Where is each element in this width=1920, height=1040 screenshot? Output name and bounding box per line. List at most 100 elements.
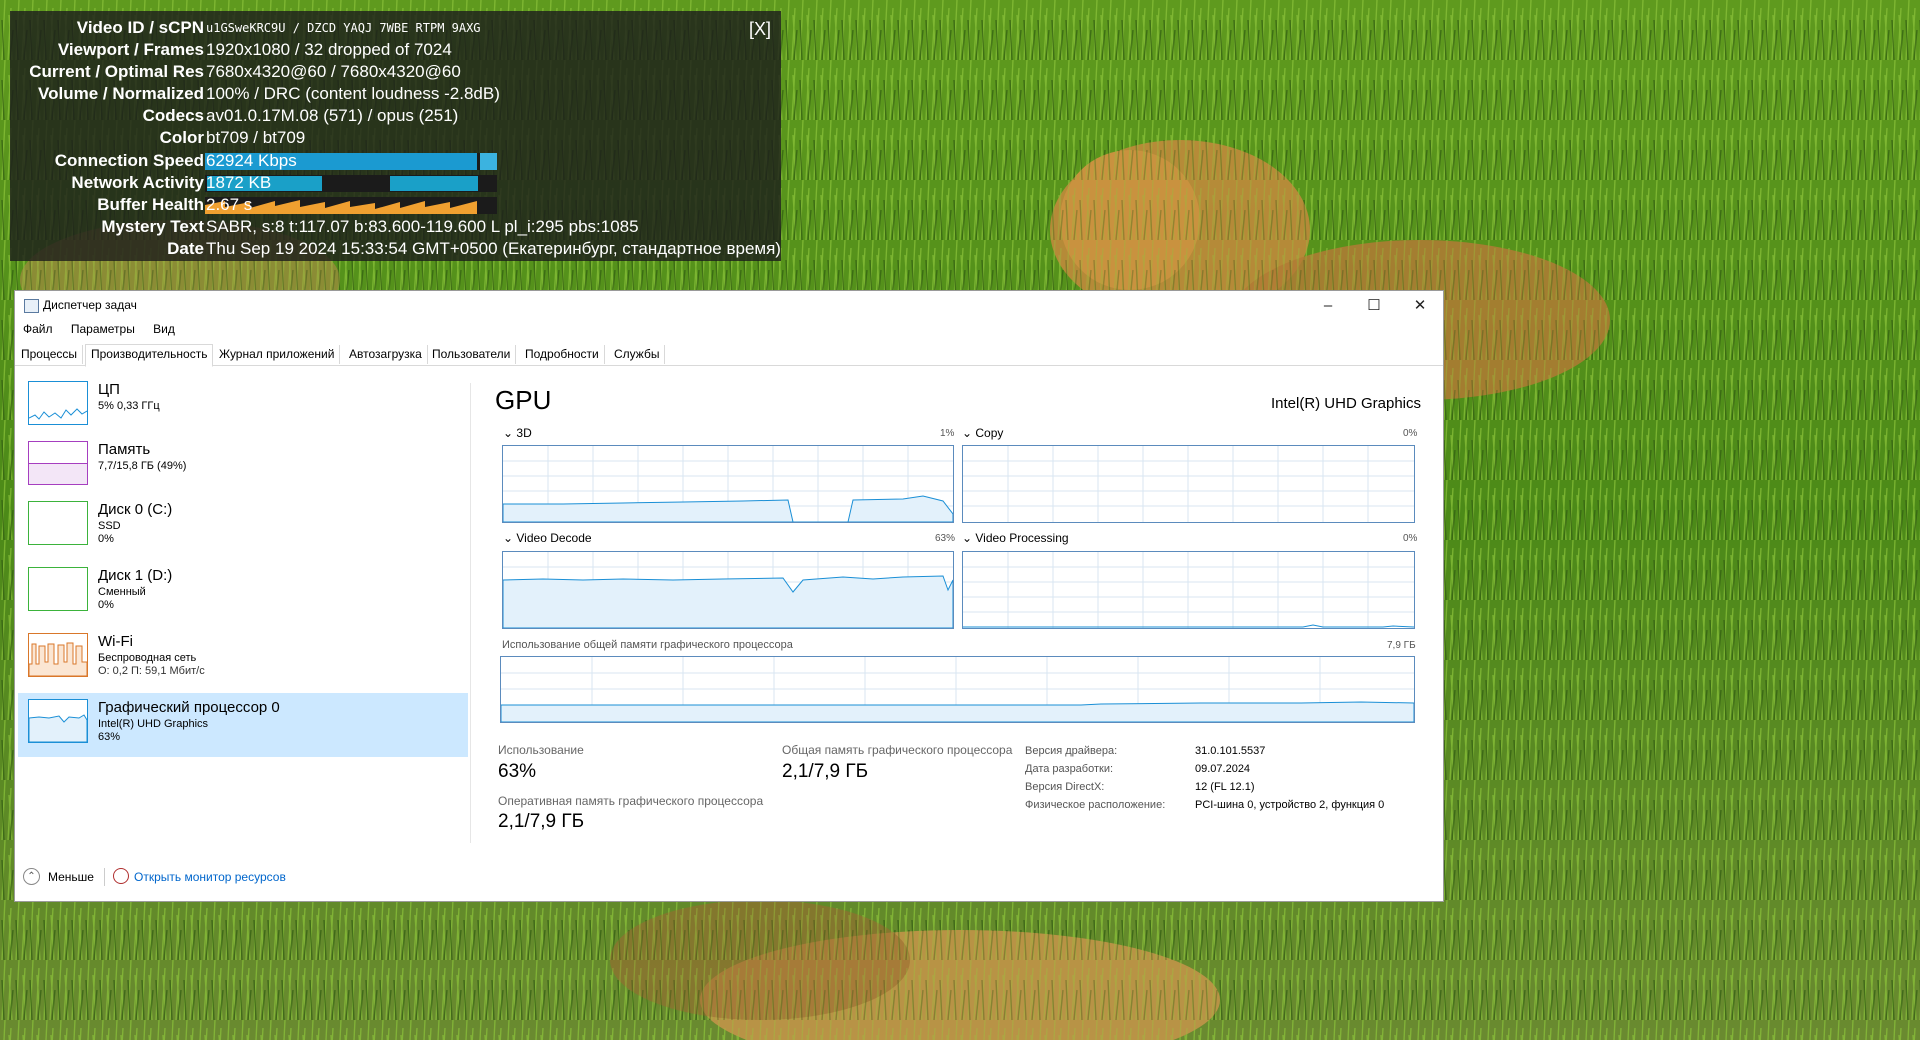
stats-label: Current / Optimal Res [29,62,204,81]
tab-users[interactable]: Пользователи [427,345,517,364]
prop-driver-version-value: 31.0.101.5537 [1195,745,1266,757]
disk0-thumbnail-graph [28,501,88,545]
cpu-thumbnail-graph [28,381,88,425]
tab-app-history[interactable]: Журнал приложений [214,345,341,364]
disk1-thumbnail-graph [28,567,88,611]
stats-label: Color [159,128,204,147]
stats-value: 2.67 s [206,195,253,214]
menu-options[interactable]: Параметры [71,322,135,336]
close-icon[interactable]: ✕ [1397,291,1443,321]
engine-label: Copy [975,426,1004,440]
perf-item-memory[interactable]: Память 7,7/15,8 ГБ (49%) [18,435,468,499]
engine-percent: 0% [1403,533,1418,544]
stats-value: 100% / DRC (content loudness -2.8dB) [206,84,500,103]
stats-row-mystery-text: Mystery Text SABR, s:8 t:117.07 b:83.600… [10,216,781,238]
stats-label: Video ID / sCPN [76,18,204,37]
tab-startup[interactable]: Автозагрузка [344,345,428,364]
stats-value: 1872 KB [206,173,272,192]
perf-item-detail: Беспроводная сеть [98,652,197,664]
tab-processes[interactable]: Процессы [16,345,84,364]
stats-row-viewport: Viewport / Frames 1920x1080 / 32 dropped… [10,39,781,61]
footer-divider [104,868,105,886]
prop-driver-date-value: 09.07.2024 [1195,763,1251,775]
prop-directx-value: 12 (FL 12.1) [1195,781,1255,793]
prop-directx-label: Версия DirectX: [1025,781,1105,793]
perf-item-detail: SSD [98,520,121,532]
stats-row-video-id: Video ID / sCPN u1GSweKRC9U / DZCD YAQJ … [10,17,781,39]
chevron-up-icon[interactable]: ⌃ [23,868,40,885]
fewer-details-button[interactable]: Меньше [48,870,94,884]
open-resource-monitor-link[interactable]: Открыть монитор ресурсов [134,870,286,884]
stats-row-codecs: Codecs av01.0.17M.08 (571) / opus (251) [10,105,781,127]
engine-selector-copy[interactable]: ⌄ Copy [962,426,1003,440]
perf-item-detail: 7,7/15,8 ГБ (49%) [98,460,187,472]
engine-selector-video-processing[interactable]: ⌄ Video Processing [962,531,1069,545]
engine-label: 3D [516,426,532,440]
tab-bar: Процессы Производительность Журнал прило… [15,343,1443,367]
wifi-thumbnail-graph [28,633,88,677]
engine-selector-3d[interactable]: ⌄ 3D [503,426,532,440]
dedicated-memory-label: Оперативная память графического процессо… [498,794,764,808]
stats-for-nerds-panel: [X] Video ID / sCPN u1GSweKRC9U / DZCD Y… [10,11,781,261]
gpu-thumbnail-graph [28,699,88,743]
engine-percent: 63% [935,533,956,544]
perf-item-detail: 5% 0,33 ГГц [98,400,160,412]
panel-divider [470,383,471,843]
tab-services[interactable]: Службы [609,345,666,364]
perf-item-disk0[interactable]: Диск 0 (C:) SSD 0% [18,495,468,559]
engine-graph-copy [962,445,1415,523]
stats-row-connection-speed: Connection Speed 62924 Kbps [10,150,781,172]
minimize-icon[interactable]: – [1305,291,1351,321]
resource-monitor-icon [113,868,129,884]
perf-item-detail: 0% [98,599,114,611]
engine-percent: 1% [940,428,955,439]
stats-label: Date [167,239,204,258]
page-title: GPU [495,385,552,415]
stats-row-color: Color bt709 / bt709 [10,127,781,149]
engine-graph-3d [502,445,954,523]
stats-label: Codecs [142,106,204,125]
perf-item-gpu0[interactable]: Графический процессор 0 Intel(R) UHD Gra… [18,693,468,757]
task-manager-icon [24,299,39,313]
stats-value: 7680x4320@60 / 7680x4320@60 [206,62,461,81]
prop-location-value: PCI-шина 0, устройство 2, функция 0 [1195,799,1385,811]
stats-label: Buffer Health [97,195,204,214]
prop-driver-version-label: Версия драйвера: [1025,745,1118,757]
perf-item-wifi[interactable]: Wi-Fi Беспроводная сеть О: 0,2 П: 59,1 М… [18,627,468,691]
stats-label: Viewport / Frames [57,40,204,59]
stats-value: bt709 / bt709 [206,128,306,147]
perf-item-name: Wi-Fi [98,633,133,650]
shared-memory-label: Общая память графического процессора [782,743,1013,757]
stats-row-date: Date Thu Sep 19 2024 15:33:54 GMT+0500 (… [10,238,781,260]
menu-view[interactable]: Вид [153,322,175,336]
engine-label: Video Processing [975,531,1069,545]
prop-location-label: Физическое расположение: [1025,799,1166,811]
perf-item-cpu[interactable]: ЦП 5% 0,33 ГГц [18,375,468,439]
usage-value: 63% [498,761,537,782]
engine-label: Video Decode [516,531,592,545]
shared-memory-max: 7,9 ГБ [1387,640,1416,651]
perf-item-name: ЦП [98,381,120,398]
shared-memory-graph [500,656,1415,723]
tab-details[interactable]: Подробности [520,345,605,364]
engine-graph-video-decode [502,551,954,629]
shared-memory-value: 2,1/7,9 ГБ [782,761,869,782]
stats-label: Mystery Text [101,217,204,236]
stats-label: Network Activity [71,173,204,192]
engine-selector-video-decode[interactable]: ⌄ Video Decode [503,531,592,545]
maximize-icon[interactable]: ☐ [1351,291,1397,321]
stats-value: u1GSweKRC9U / DZCD YAQJ 7WBE RTPM 9AXG [206,21,481,35]
perf-item-name: Графический процессор 0 [98,699,280,716]
engine-percent: 0% [1403,428,1418,439]
perf-item-disk1[interactable]: Диск 1 (D:) Сменный 0% [18,561,468,625]
perf-item-name: Диск 0 (C:) [98,501,173,518]
tab-performance[interactable]: Производительность [85,344,214,367]
usage-label: Использование [498,743,584,757]
stats-value: SABR, s:8 t:117.07 b:83.600-119.600 L pl… [206,217,639,236]
stats-row-network-activity: Network Activity 1872 KB [10,172,781,194]
perf-item-detail: 63% [98,731,121,743]
menu-file[interactable]: Файл [23,322,53,336]
stats-value: Thu Sep 19 2024 15:33:54 GMT+0500 (Екате… [206,239,781,258]
perf-item-detail: 0% [98,533,114,545]
title-bar[interactable]: Диспетчер задач – ☐ ✕ [15,291,1443,321]
